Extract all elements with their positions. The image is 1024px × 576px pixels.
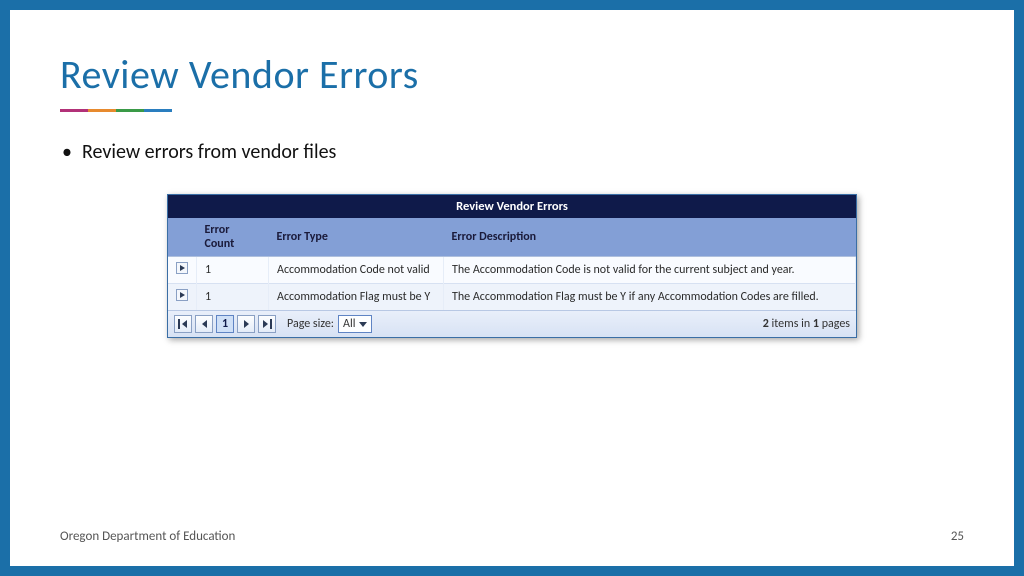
pager-prev-button[interactable] bbox=[195, 315, 213, 333]
table-row: 1 Accommodation Code not valid The Accom… bbox=[168, 257, 856, 284]
col-expand bbox=[168, 218, 197, 257]
cell-count: 1 bbox=[197, 257, 269, 284]
pager-page-1[interactable]: 1 bbox=[216, 315, 234, 333]
footer-page-number: 25 bbox=[951, 529, 964, 544]
pager-first-button[interactable] bbox=[174, 315, 192, 333]
footer-org: Oregon Department of Education bbox=[60, 529, 235, 544]
expand-row-icon[interactable] bbox=[176, 289, 188, 301]
accent-bar bbox=[60, 109, 172, 112]
page-size-select[interactable]: All bbox=[338, 315, 372, 333]
cell-count: 1 bbox=[197, 284, 269, 311]
expand-row-icon[interactable] bbox=[176, 262, 188, 274]
page-size-label: Page size: bbox=[287, 317, 334, 331]
table-row: 1 Accommodation Flag must be Y The Accom… bbox=[168, 284, 856, 311]
slide-border: Review Vendor Errors Review errors from … bbox=[0, 0, 1024, 576]
bullet-text: Review errors from vendor files bbox=[82, 140, 964, 164]
pager: 1 Page size: All 2 items in 1 pages bbox=[168, 310, 856, 337]
errors-panel: Review Vendor Errors Error Count Error T… bbox=[167, 194, 857, 338]
pager-last-button[interactable] bbox=[258, 315, 276, 333]
page-size-value: All bbox=[343, 317, 355, 331]
col-error-type: Error Type bbox=[269, 218, 444, 257]
cell-type: Accommodation Flag must be Y bbox=[269, 284, 444, 311]
pager-status: 2 items in 1 pages bbox=[763, 317, 850, 331]
pager-next-button[interactable] bbox=[237, 315, 255, 333]
panel-header: Review Vendor Errors bbox=[168, 195, 856, 218]
table-header-row: Error Count Error Type Error Description bbox=[168, 218, 856, 257]
page-title: Review Vendor Errors bbox=[60, 50, 964, 99]
cell-desc: The Accommodation Code is not valid for … bbox=[444, 257, 856, 284]
errors-panel-wrap: Review Vendor Errors Error Count Error T… bbox=[167, 194, 857, 338]
slide: Review Vendor Errors Review errors from … bbox=[10, 10, 1014, 566]
cell-desc: The Accommodation Flag must be Y if any … bbox=[444, 284, 856, 311]
cell-type: Accommodation Code not valid bbox=[269, 257, 444, 284]
errors-table: Error Count Error Type Error Description… bbox=[168, 218, 856, 310]
col-error-count: Error Count bbox=[197, 218, 269, 257]
col-error-desc: Error Description bbox=[444, 218, 856, 257]
